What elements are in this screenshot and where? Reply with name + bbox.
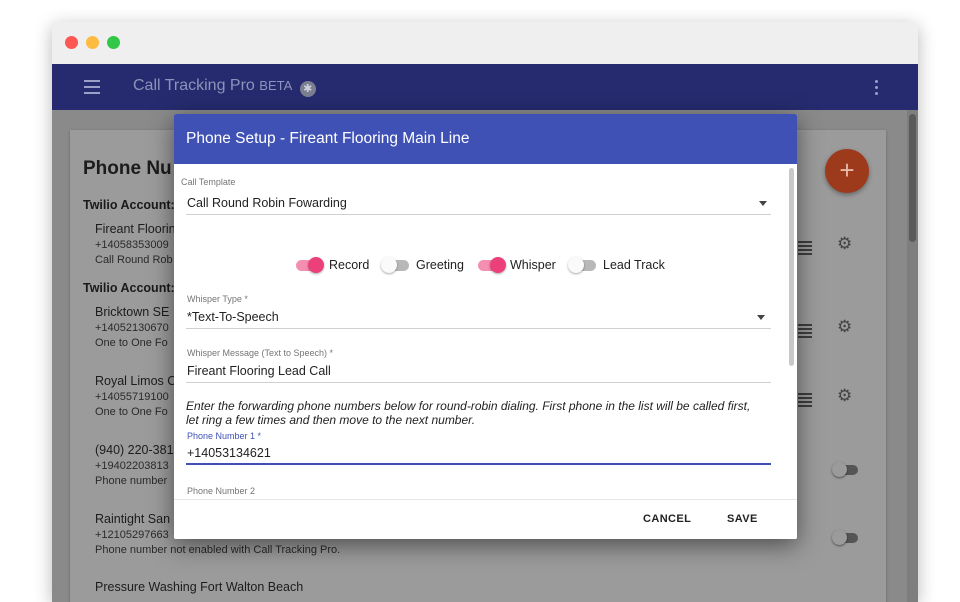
phone-name: Fireant Floorin	[95, 222, 176, 236]
phone-description: Call Round Rob	[95, 254, 173, 266]
phone-list-item[interactable]: Bricktown SE +14052130670 One to One Fo	[95, 305, 169, 349]
dialog-actions: CANCEL SAVE	[174, 499, 797, 539]
enable-toggle[interactable]	[832, 462, 860, 477]
record-label: Record	[329, 258, 370, 272]
whisper-label: Whisper	[510, 258, 556, 272]
whisper-toggle[interactable]	[476, 257, 506, 273]
phone-name: Royal Limos C	[95, 374, 177, 388]
phone-number: +14058353009	[95, 239, 169, 251]
phone-number: +14052130670	[95, 322, 169, 334]
minimize-window-button[interactable]	[86, 36, 99, 49]
menu-icon[interactable]	[84, 80, 100, 94]
phone-list-item[interactable]: Royal Limos C +14055719100 One to One Fo	[95, 374, 176, 418]
list-icon[interactable]	[798, 241, 812, 257]
gear-icon[interactable]: ⚙	[837, 234, 852, 254]
dialog-header: Phone Setup - Fireant Flooring Main Line	[174, 114, 797, 164]
phone-description: Phone number not enabled with Call Track…	[95, 544, 341, 556]
phone-number: +14055719100	[95, 391, 169, 403]
call-template-label: Call Template	[181, 177, 236, 187]
maximize-window-button[interactable]	[107, 36, 120, 49]
phone-description: One to One Fo	[95, 406, 168, 418]
chevron-down-icon[interactable]	[757, 315, 765, 320]
page-scrollbar[interactable]	[907, 110, 918, 602]
phone-list-item[interactable]: Fireant Floorin +14058353009 Call Round …	[95, 222, 176, 266]
chevron-down-icon[interactable]	[759, 201, 767, 206]
phone-name: (940) 220-381	[95, 443, 174, 457]
dialog-title: Phone Setup - Fireant Flooring Main Line	[186, 130, 470, 147]
enable-toggle[interactable]	[832, 530, 860, 545]
lead-track-label: Lead Track	[603, 258, 665, 272]
call-template-select[interactable]: Call Round Robin Fowarding	[187, 196, 347, 210]
whisper-type-select[interactable]: *Text-To-Speech	[187, 310, 279, 324]
phone-number: +19402203813	[95, 460, 169, 472]
phone-number-1-label: Phone Number 1 *	[187, 431, 262, 441]
beta-label: BETA	[259, 78, 293, 93]
phone-description: One to One Fo	[95, 337, 168, 349]
phone-list-item[interactable]: Pressure Washing Fort Walton Beach	[95, 580, 303, 594]
lead-track-toggle[interactable]	[568, 257, 598, 273]
phone-number-1-input[interactable]: +14053134621	[187, 446, 271, 460]
forwarding-instructions: Enter the forwarding phone numbers below…	[186, 399, 751, 427]
whisper-message-input[interactable]: Fireant Flooring Lead Call	[187, 364, 331, 378]
account-heading: Twilio Account:	[83, 198, 175, 212]
phone-list-item[interactable]: (940) 220-381 +19402203813 Phone number	[95, 443, 174, 487]
record-toggle[interactable]	[294, 257, 324, 273]
cancel-button[interactable]: CANCEL	[643, 513, 691, 525]
app-title: Call Tracking Pro BETA ✱	[133, 77, 316, 97]
greeting-toggle[interactable]	[381, 257, 411, 273]
save-button[interactable]: SAVE	[727, 513, 758, 525]
add-phone-button[interactable]: +	[825, 149, 869, 193]
greeting-label: Greeting	[416, 258, 464, 272]
phone-setup-dialog: Phone Setup - Fireant Flooring Main Line…	[174, 114, 797, 539]
gear-icon[interactable]: ⚙	[837, 386, 852, 406]
gear-icon[interactable]: ⚙	[837, 317, 852, 337]
app-bar: Call Tracking Pro BETA ✱	[52, 64, 918, 110]
app-title-text: Call Tracking Pro	[133, 77, 255, 94]
close-window-button[interactable]	[65, 36, 78, 49]
list-icon[interactable]	[798, 393, 812, 409]
phone-number-2-label: Phone Number 2	[187, 486, 256, 496]
whisper-message-label: Whisper Message (Text to Speech) *	[187, 348, 334, 358]
account-heading: Twilio Account:	[83, 281, 175, 295]
window-titlebar	[52, 22, 918, 65]
whisper-type-label: Whisper Type *	[187, 294, 248, 304]
more-vert-icon[interactable]	[875, 80, 879, 98]
spider-icon: ✱	[299, 81, 316, 97]
page-title: Phone Nu	[83, 158, 172, 179]
list-icon[interactable]	[798, 324, 812, 340]
dialog-body: Call Template Call Round Robin Fowarding…	[174, 164, 797, 499]
phone-name: Bricktown SE	[95, 305, 170, 319]
dialog-scrollbar[interactable]	[787, 166, 797, 499]
phone-description: Phone number	[95, 475, 168, 487]
phone-name: Pressure Washing Fort Walton Beach	[95, 580, 304, 594]
